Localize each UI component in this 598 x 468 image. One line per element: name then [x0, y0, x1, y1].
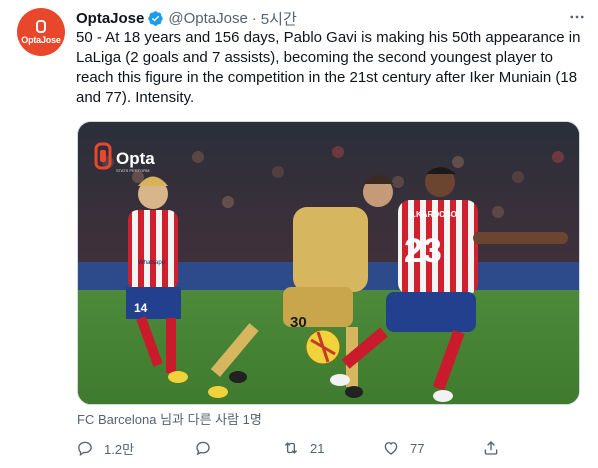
opta-logo-subtext: STATS PERFORM	[116, 168, 149, 173]
match-ball	[305, 329, 341, 365]
comment-icon	[196, 441, 210, 456]
like-count: 77	[410, 440, 425, 456]
tweet-actions: 1.2만 21 77	[76, 436, 506, 460]
separator-dot: ·	[251, 9, 257, 27]
retweet-button[interactable]: 21	[282, 439, 382, 457]
retweet-icon	[284, 442, 298, 454]
sponsor-text: Whatsapp	[138, 260, 166, 266]
reply-button[interactable]: 1.2만	[76, 439, 194, 458]
share-icon	[484, 441, 498, 455]
opta-logo-text: Opta	[116, 149, 155, 168]
avatar[interactable]: OptaJose	[17, 8, 65, 56]
tweet-header: OptaJose @OptaJose · 5시간	[76, 8, 578, 28]
tagged-users-label: FC Barcelona 님과 다른 사람 1명	[77, 412, 262, 427]
player-right-number: 23	[404, 232, 442, 270]
avatar-label: OptaJose	[21, 34, 61, 45]
reply-icon	[78, 441, 92, 457]
player-center-number: 30	[290, 314, 307, 331]
share-button[interactable]	[482, 439, 500, 457]
retweet-count: 21	[310, 440, 325, 456]
tagged-users[interactable]: FC Barcelona 님과 다른 사람 1명	[77, 409, 262, 428]
handle[interactable]: @OptaJose	[168, 10, 247, 27]
display-name[interactable]: OptaJose	[76, 10, 144, 27]
reply-count: 1.2만	[104, 441, 135, 457]
timestamp[interactable]: 5시간	[261, 8, 297, 29]
opta-logo-icon	[36, 19, 46, 33]
verified-badge-icon	[147, 10, 164, 27]
heart-icon	[384, 442, 398, 455]
player-right-name: R.KARDOSO	[408, 210, 457, 219]
comment-button[interactable]	[194, 439, 282, 457]
tweet-photo[interactable]: Opta STATS PERFORM Whatsapp 14 30 R.KARD…	[77, 121, 580, 405]
more-options-icon[interactable]	[566, 6, 588, 28]
tweet-text: 50 - At 18 years and 156 days, Pablo Gav…	[76, 29, 581, 106]
like-button[interactable]: 77	[382, 439, 482, 457]
player-left-number: 14	[134, 301, 148, 315]
